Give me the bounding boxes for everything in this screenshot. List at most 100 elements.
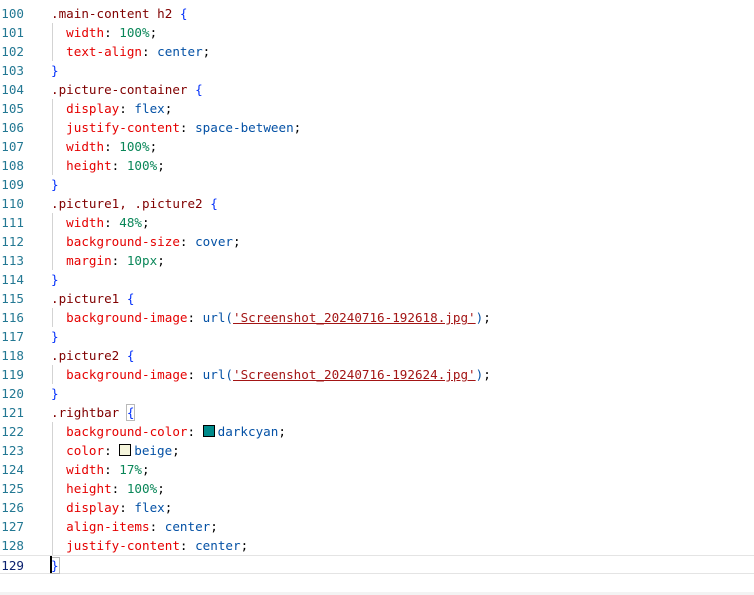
code-text[interactable]: justify-content: space-between;: [51, 118, 301, 137]
code-text[interactable]: background-image: url('Screenshot_202407…: [51, 308, 491, 327]
code-text[interactable]: .picture1 {: [51, 289, 134, 308]
code-text[interactable]: width: 17%;: [51, 460, 149, 479]
code-text[interactable]: background-image: url('Screenshot_202407…: [51, 365, 491, 384]
code-line[interactable]: 119 background-image: url('Screenshot_20…: [0, 365, 754, 384]
code-token: ;: [157, 253, 165, 268]
code-line[interactable]: 100 .main-content h2 {: [0, 4, 754, 23]
code-text[interactable]: justify-content: center;: [51, 536, 248, 555]
code-text[interactable]: .picture2 {: [51, 346, 134, 365]
code-line[interactable]: 120}: [0, 384, 754, 403]
code-line[interactable]: 111 width: 48%;: [0, 213, 754, 232]
code-line[interactable]: 115 .picture1 {: [0, 289, 754, 308]
code-line[interactable]: 105 display: flex;: [0, 99, 754, 118]
code-line[interactable]: 109}: [0, 175, 754, 194]
code-editor[interactable]: 100 .main-content h2 {101 width: 100%; 102…: [0, 0, 754, 595]
code-token: }: [51, 386, 59, 401]
code-line[interactable]: 107 width: 100%;: [0, 137, 754, 156]
line-number: 114: [1, 272, 24, 287]
code-token: :: [104, 462, 120, 477]
code-text[interactable]: color: beige;: [51, 441, 180, 460]
code-text[interactable]: height: 100%;: [51, 156, 165, 175]
code-token: .picture1: [51, 291, 127, 306]
code-token: width: [51, 139, 105, 154]
code-text[interactable]: }: [51, 327, 59, 346]
code-text[interactable]: display: flex;: [51, 99, 172, 118]
code-token: ;: [240, 538, 249, 553]
code-text[interactable]: .picture-container {: [51, 80, 203, 99]
code-token: .main-content h2: [51, 6, 180, 21]
code-line[interactable]: 124 width: 17%;: [0, 460, 754, 479]
code-line[interactable]: 103}: [0, 61, 754, 80]
code-line[interactable]: 123 color: beige;: [0, 441, 754, 460]
code-token: url(: [202, 367, 233, 382]
code-text[interactable]: background-size: cover;: [51, 232, 240, 251]
line-number: 117: [1, 329, 24, 344]
code-line[interactable]: 113 margin: 10px;: [0, 251, 754, 270]
code-line[interactable]: 112 background-size: cover;: [0, 232, 754, 251]
code-token: ;: [157, 158, 165, 173]
code-text[interactable]: background-color: darkcyan;: [51, 422, 286, 441]
code-line[interactable]: 117}: [0, 327, 754, 346]
color-swatch-darkcyan[interactable]: [202, 425, 215, 437]
code-line[interactable]: 108 height: 100%;: [0, 156, 754, 175]
code-token: {: [125, 404, 136, 421]
indent-guide: [52, 422, 53, 555]
code-line[interactable]: 102 text-align: center;: [0, 42, 754, 61]
code-text[interactable]: width: 100%;: [51, 23, 157, 42]
code-line[interactable]: 101 width: 100%;: [0, 23, 754, 42]
code-line[interactable]: 104 .picture-container {: [0, 80, 754, 99]
code-text[interactable]: .rightbar {: [51, 403, 136, 422]
code-line[interactable]: 110 .picture1, .picture2 {: [0, 194, 754, 213]
code-text[interactable]: }: [51, 384, 59, 403]
line-number: 128: [1, 538, 24, 553]
code-token: display: [51, 500, 120, 515]
line-number: 104: [1, 82, 24, 97]
code-text[interactable]: width: 48%;: [51, 213, 149, 232]
code-text[interactable]: }: [51, 175, 59, 194]
code-line[interactable]: 125 height: 100%;: [0, 479, 754, 498]
code-line[interactable]: 116 background-image: url('Screenshot_20…: [0, 308, 754, 327]
code-token: 10px: [126, 253, 158, 268]
code-line[interactable]: 114}: [0, 270, 754, 289]
code-text[interactable]: width: 100%;: [51, 137, 157, 156]
code-line[interactable]: 122 background-color: darkcyan;: [0, 422, 754, 441]
code-token: beige: [134, 443, 173, 458]
code-token: :: [149, 519, 165, 534]
code-token: {: [210, 196, 218, 211]
code-line[interactable]: 127 align-items: center;: [0, 517, 754, 536]
code-token: }: [51, 177, 59, 192]
code-line[interactable]: 106 justify-content: space-between;: [0, 118, 754, 137]
code-token: flex: [134, 500, 165, 515]
line-number: 103: [1, 63, 24, 78]
line-number: 123: [1, 443, 24, 458]
code-line[interactable]: 129}: [0, 555, 754, 574]
code-token: 48%: [119, 215, 142, 230]
code-text[interactable]: margin: 10px;: [51, 251, 165, 270]
code-token: :: [142, 44, 158, 59]
line-number: 121: [1, 405, 24, 420]
code-token: 'Screenshot_20240716-192618.jpg': [233, 310, 476, 325]
code-token: :: [179, 538, 196, 553]
code-line[interactable]: 128 justify-content: center;: [0, 536, 754, 555]
color-swatch-beige[interactable]: [119, 444, 132, 456]
code-text[interactable]: .picture1, .picture2 {: [51, 194, 218, 213]
code-token: :: [104, 139, 120, 154]
code-text[interactable]: }: [51, 270, 59, 289]
code-line[interactable]: 121 .rightbar {: [0, 403, 754, 422]
code-line[interactable]: 118 .picture2 {: [0, 346, 754, 365]
code-token: ;: [210, 519, 218, 534]
code-token: ;: [483, 367, 491, 382]
line-number: 113: [1, 253, 24, 268]
line-number: 110: [1, 196, 24, 211]
code-line[interactable]: 126 display: flex;: [0, 498, 754, 517]
code-text[interactable]: }: [51, 61, 59, 80]
code-text[interactable]: align-items: center;: [51, 517, 218, 536]
code-text[interactable]: height: 100%;: [51, 479, 165, 498]
code-text[interactable]: text-align: center;: [51, 42, 210, 61]
code-token: space-between: [195, 120, 294, 135]
code-text[interactable]: .main-content h2 {: [51, 4, 188, 23]
code-token: ;: [149, 25, 158, 40]
code-text[interactable]: display: flex;: [51, 498, 172, 517]
code-token: darkcyan: [217, 424, 279, 439]
code-text[interactable]: }: [50, 556, 60, 575]
